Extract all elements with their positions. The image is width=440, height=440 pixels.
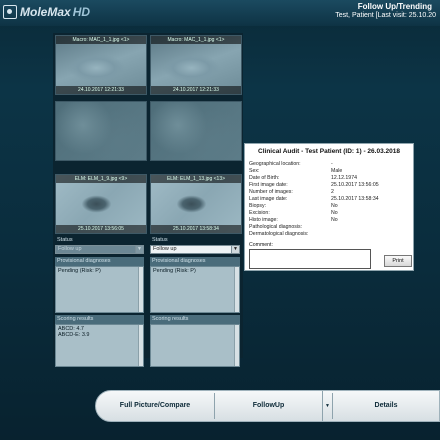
status-label-left: Status <box>57 237 73 243</box>
details-button[interactable]: Details <box>333 391 439 421</box>
skin-image <box>151 102 241 160</box>
thumbnail-elm-right[interactable]: ELM: ELM_1_13.jpg <13> 25.10.2017 13:58:… <box>150 174 242 234</box>
thumbnail-timestamp: 25.10.2017 13:56:05 <box>56 225 146 233</box>
scrollbar[interactable] <box>234 267 239 312</box>
chevron-down-icon: ▼ <box>135 246 143 253</box>
audit-label: Pathological diagnosis: <box>249 224 303 230</box>
audit-label: Histo image: <box>249 217 278 223</box>
audit-value: 25.10.2017 13:58:34 <box>331 196 379 202</box>
diagnoses-header-right: Provisional diagnoses <box>150 257 240 266</box>
thumbnail-closeup-right[interactable] <box>150 101 242 161</box>
app-logo: MoleMax HD <box>3 4 97 20</box>
audit-value: No <box>331 203 338 209</box>
scrollbar[interactable] <box>138 267 143 312</box>
scrollbar[interactable] <box>138 325 143 366</box>
status-value-right: Follow up <box>153 246 177 252</box>
comment-label: Comment: <box>249 242 273 248</box>
patient-subtitle: Test, Patient [Last visit: 25.10.20 <box>335 12 436 19</box>
followup-dropdown[interactable]: ▼ <box>322 391 332 421</box>
audit-value: 2 <box>331 189 334 195</box>
audit-label: Sex: <box>249 168 260 174</box>
scoring-header-right: Scoring results <box>150 315 240 324</box>
print-button[interactable]: Print <box>384 255 412 267</box>
audit-label: Date of Birth: <box>249 175 280 181</box>
thumbnail-timestamp: 25.10.2017 13:58:34 <box>151 225 241 233</box>
audit-label: First image date: <box>249 182 288 188</box>
scoring-box-right[interactable] <box>150 324 240 367</box>
diagnosis-text-right: Pending (Risk: P) <box>153 268 196 274</box>
status-select-left[interactable]: Follow up ▼ <box>55 245 144 254</box>
diagnoses-box-left[interactable]: Pending (Risk: P) <box>55 266 144 313</box>
audit-label: Excision: <box>249 210 270 216</box>
score-abcde: ABCD-E: 3.9 <box>58 332 90 338</box>
thumbnail-caption: ELM: ELM_1_13.jpg <13> <box>151 175 241 183</box>
thumbnail-caption: ELM: ELM_1_9.jpg <9> <box>56 175 146 183</box>
comment-input[interactable] <box>249 249 371 269</box>
audit-value: 25.10.2017 13:56:05 <box>331 182 379 188</box>
full-picture-compare-button[interactable]: Full Picture/Compare <box>96 391 214 421</box>
logo-suffix: HD <box>72 5 91 19</box>
audit-value: Male <box>331 168 343 174</box>
audit-title: Clinical Audit - Test Patient (ID: 1) - … <box>258 148 400 155</box>
top-bar: MoleMax HD Follow Up/Trending Test, Pati… <box>0 0 440 26</box>
thumbnail-macro-left[interactable]: Macro: MAC_1_1.jpg <1> 24.10.2017 12:21:… <box>55 35 147 95</box>
status-select-right[interactable]: Follow up ▼ <box>150 245 240 254</box>
audit-value: 12.12.1974 <box>331 175 357 181</box>
audit-value: No <box>331 210 338 216</box>
audit-label: Number of images: <box>249 189 293 195</box>
status-value-left: Follow up <box>58 246 82 252</box>
audit-label: Last image date: <box>249 196 288 202</box>
scrollbar[interactable] <box>234 325 239 366</box>
audit-value: No <box>331 217 338 223</box>
diagnoses-box-right[interactable]: Pending (Risk: P) <box>150 266 240 313</box>
audit-value: - <box>331 161 333 167</box>
logo-text: MoleMax <box>20 5 71 19</box>
bottom-nav-bar: Full Picture/Compare FollowUp ▼ Details <box>95 390 440 422</box>
status-label-right: Status <box>152 237 168 243</box>
clinical-audit-panel: Clinical Audit - Test Patient (ID: 1) - … <box>244 143 414 271</box>
thumbnail-closeup-left[interactable] <box>55 101 147 161</box>
logo-icon <box>3 5 17 19</box>
chevron-down-icon: ▼ <box>325 403 330 409</box>
thumbnail-timestamp: 24.10.2017 12:21:33 <box>56 86 146 94</box>
page-title: Follow Up/Trending <box>357 2 432 11</box>
thumbnail-elm-left[interactable]: ELM: ELM_1_9.jpg <9> 25.10.2017 13:56:05 <box>55 174 147 234</box>
thumbnail-caption: Macro: MAC_1_1.jpg <1> <box>151 36 241 44</box>
thumbnail-caption: Macro: MAC_1_1.jpg <1> <box>56 36 146 44</box>
diagnosis-text-left: Pending (Risk: P) <box>58 268 101 274</box>
audit-label: Biopsy: <box>249 203 267 209</box>
audit-label: Dermatological diagnosis: <box>249 231 309 237</box>
followup-button[interactable]: FollowUp <box>215 391 322 421</box>
chevron-down-icon: ▼ <box>231 246 239 253</box>
audit-label: Geographical location: <box>249 161 301 167</box>
skin-image <box>56 102 146 160</box>
diagnoses-header-left: Provisional diagnoses <box>55 257 144 266</box>
scoring-header-left: Scoring results <box>55 315 144 324</box>
thumbnail-macro-right[interactable]: Macro: MAC_1_1.jpg <1> 24.10.2017 12:21:… <box>150 35 242 95</box>
scoring-box-left[interactable]: ABCD: 4.7 ABCD-E: 3.9 <box>55 324 144 367</box>
thumbnail-timestamp: 24.10.2017 12:21:33 <box>151 86 241 94</box>
